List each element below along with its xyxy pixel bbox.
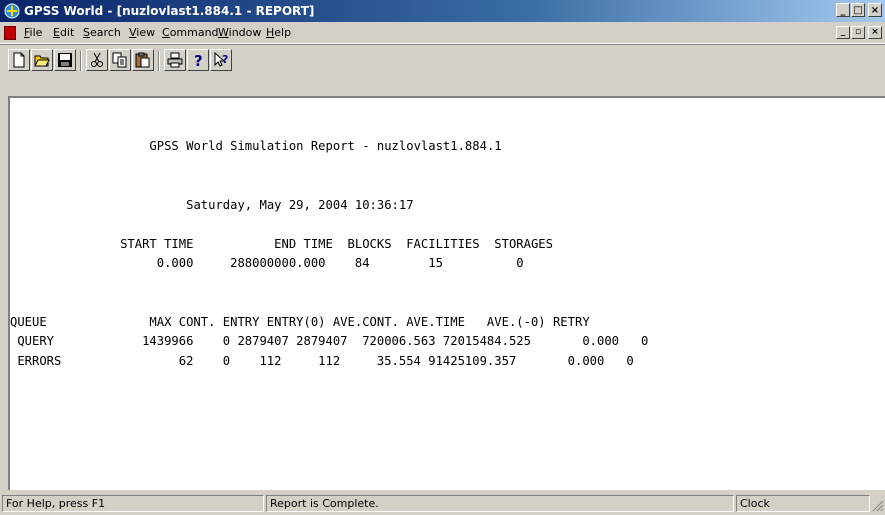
menu-search[interactable]: Search bbox=[83, 26, 121, 39]
title-bar[interactable]: GPSS World - [nuzlovlast1.884.1 - REPORT… bbox=[0, 0, 885, 22]
svg-text:?: ? bbox=[194, 52, 203, 68]
report-blank-line bbox=[10, 178, 17, 192]
mdi-restore-button[interactable]: ▫ bbox=[851, 26, 865, 39]
new-button[interactable] bbox=[8, 49, 30, 71]
mdi-close-button[interactable]: × bbox=[868, 26, 882, 39]
save-icon bbox=[58, 53, 72, 67]
window-title: GPSS World - [nuzlovlast1.884.1 - REPORT… bbox=[24, 4, 315, 18]
open-icon bbox=[34, 55, 50, 67]
report-blank-line bbox=[10, 100, 17, 114]
close-button[interactable]: × bbox=[868, 3, 882, 17]
context-help-icon: ? bbox=[214, 52, 228, 67]
menu-command[interactable]: Command bbox=[162, 26, 219, 39]
status-help-text: For Help, press F1 bbox=[2, 495, 264, 512]
paste-button[interactable] bbox=[132, 49, 154, 71]
summary-header: START TIME END TIME BLOCKS FACILITIES ST… bbox=[120, 236, 553, 251]
report-title: GPSS World Simulation Report - nuzlovlas… bbox=[149, 139, 502, 153]
cut-icon bbox=[91, 52, 103, 67]
status-clock: Clock bbox=[736, 495, 870, 512]
menu-edit[interactable]: Edit bbox=[53, 26, 74, 39]
new-icon bbox=[13, 52, 25, 68]
document-icon[interactable] bbox=[4, 26, 16, 40]
save-button[interactable] bbox=[54, 49, 76, 71]
menu-window[interactable]: Window bbox=[218, 26, 261, 39]
summary-values: 0.000 288000000.000 84 15 0 bbox=[156, 256, 524, 270]
report-blank-line bbox=[10, 276, 17, 290]
toolbar-separator bbox=[158, 51, 160, 71]
report-blank-line bbox=[10, 217, 17, 231]
report-blank-line bbox=[10, 120, 17, 134]
report-text: GPSS World Simulation Report - nuzlovlas… bbox=[10, 98, 648, 371]
menu-bar: File Edit Search View Command Window Hel… bbox=[0, 22, 885, 44]
report-blank-line bbox=[10, 295, 17, 309]
copy-button[interactable] bbox=[109, 49, 131, 71]
copy-icon bbox=[112, 52, 127, 68]
toolbar: ? ? bbox=[0, 44, 885, 95]
context-help-button[interactable]: ? bbox=[210, 49, 232, 71]
resize-grip-icon[interactable] bbox=[872, 498, 884, 512]
help-icon: ? bbox=[194, 52, 203, 68]
paste-icon bbox=[135, 52, 150, 68]
queue-header: QUEUE MAX CONT. ENTRY ENTRY(0) AVE.CONT.… bbox=[10, 314, 590, 329]
menu-file[interactable]: File bbox=[24, 26, 42, 39]
menu-view[interactable]: View bbox=[129, 26, 155, 39]
queue-row-query: QUERY 1439966 0 2879407 2879407 720006.5… bbox=[10, 334, 649, 348]
cut-button[interactable] bbox=[86, 49, 108, 71]
report-window[interactable]: GPSS World Simulation Report - nuzlovlas… bbox=[8, 96, 885, 490]
help-button[interactable]: ? bbox=[187, 49, 209, 71]
status-message: Report is Complete. bbox=[266, 495, 734, 512]
menu-help[interactable]: Help bbox=[266, 26, 291, 39]
status-bar: For Help, press F1 Report is Complete. C… bbox=[0, 492, 885, 514]
report-date: Saturday, May 29, 2004 10:36:17 bbox=[186, 197, 414, 212]
svg-text:?: ? bbox=[222, 53, 228, 66]
minimize-button[interactable]: _ bbox=[836, 3, 850, 17]
print-button[interactable] bbox=[164, 49, 186, 71]
toolbar-separator bbox=[80, 51, 82, 71]
mdi-minimize-button[interactable]: _ bbox=[836, 26, 850, 39]
print-icon bbox=[167, 52, 183, 68]
gpss-app-icon[interactable] bbox=[4, 3, 20, 19]
report-blank-line bbox=[10, 159, 17, 173]
maximize-button[interactable]: □ bbox=[851, 3, 865, 17]
queue-row-errors: ERRORS 62 0 112 112 35.554 91425109.357 … bbox=[10, 353, 634, 368]
open-button[interactable] bbox=[31, 49, 53, 71]
